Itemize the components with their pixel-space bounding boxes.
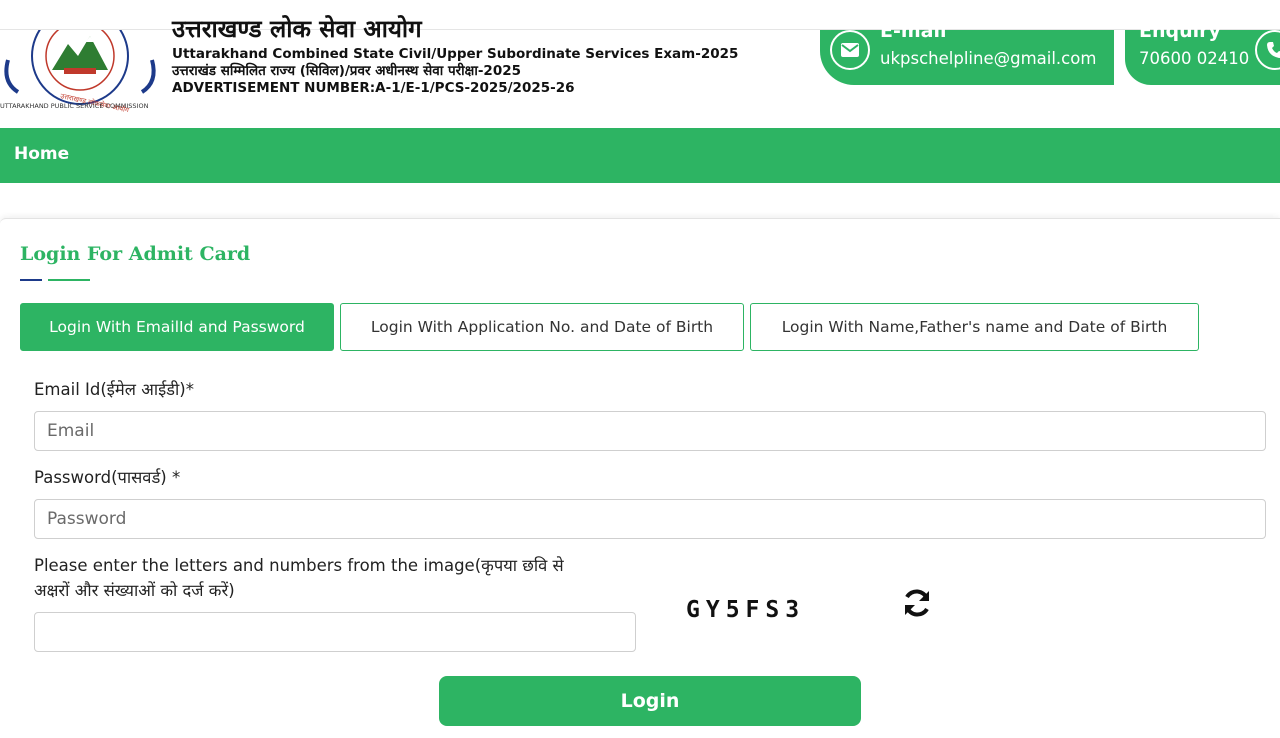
title-underline-blue — [20, 279, 42, 281]
phone-icon — [1255, 30, 1280, 70]
tab-name-father-dob[interactable]: Login With Name,Father's name and Date o… — [750, 303, 1199, 351]
page-title: Login For Admit Card — [20, 243, 251, 265]
captcha-image: GY5FS3 — [686, 597, 806, 623]
exam-title-english: Uttarakhand Combined State Civil/Upper S… — [172, 46, 739, 62]
logo-caption: UTTARAKHAND PUBLIC SERVICE COMMISSION — [0, 102, 149, 110]
email-input[interactable] — [34, 411, 1266, 451]
envelope-icon — [830, 30, 870, 70]
main-nav: Home — [0, 128, 1280, 183]
captcha-input[interactable] — [34, 612, 636, 652]
password-label: Password(पासवर्ड) * — [34, 468, 181, 487]
commission-name-hindi: उत्तराखण्ड लोक सेवा आयोग — [172, 15, 422, 43]
login-button[interactable]: Login — [439, 676, 861, 726]
advertisement-number: ADVERTISEMENT NUMBER:A-1/E-1/PCS-2025/20… — [172, 80, 575, 96]
captcha-label-line2: अक्षरों और संख्याओं को दर्ज करें) — [34, 581, 235, 600]
commission-logo: उत्तराखण्ड लोकसेवा आयोग UTTARAKHAND PUBL… — [0, 30, 156, 112]
nav-home-link[interactable]: Home — [14, 144, 69, 164]
password-input[interactable] — [34, 499, 1266, 539]
tab-email-password[interactable]: Login With EmailId and Password — [20, 303, 334, 351]
enquiry-title: Enquiry — [1139, 20, 1221, 42]
enquiry-contact-box: Enquiry 70600 02410 — [1125, 20, 1280, 85]
email-label: Email Id(ईमेल आईडी)* — [34, 380, 194, 399]
captcha-label-line1: Please enter the letters and numbers fro… — [34, 556, 564, 575]
email-contact-box: E-mail ukpschelpline@gmail.com — [820, 20, 1114, 85]
enquiry-value[interactable]: 70600 02410 — [1139, 49, 1249, 68]
email-title: E-mail — [880, 20, 947, 42]
title-underline-green — [48, 279, 90, 281]
exam-title-hindi: उत्तराखंड सम्मिलित राज्य (सिविल)/प्रवर अ… — [172, 63, 521, 79]
site-header: उत्तराखण्ड लोकसेवा आयोग UTTARAKHAND PUBL… — [0, 15, 1280, 128]
email-value[interactable]: ukpschelpline@gmail.com — [880, 49, 1096, 68]
refresh-icon[interactable] — [900, 586, 934, 620]
login-card: Login For Admit Card Login With EmailId … — [0, 218, 1280, 738]
tab-application-dob[interactable]: Login With Application No. and Date of B… — [340, 303, 744, 351]
